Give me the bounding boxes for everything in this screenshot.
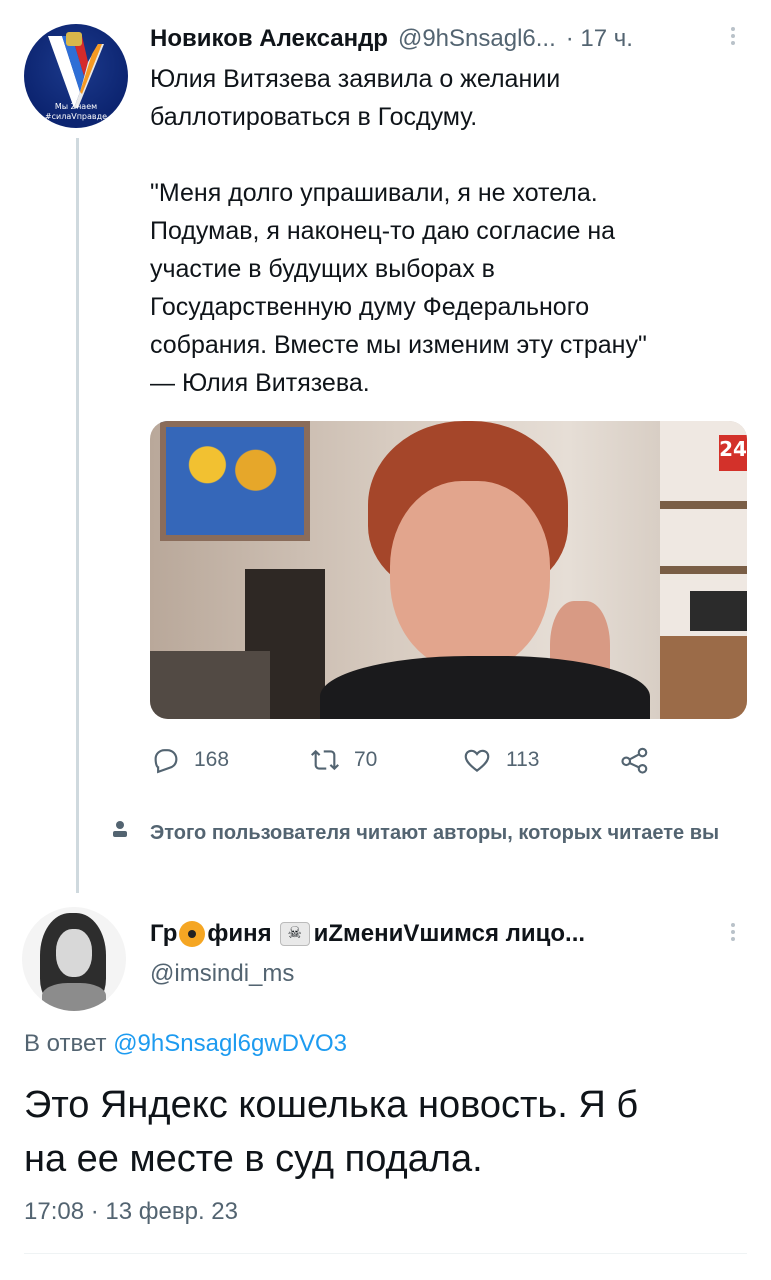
- tweet-text-line: на ее месте в суд подала.: [24, 1138, 483, 1180]
- divider: [24, 1253, 747, 1254]
- emblem-icon: [66, 32, 82, 46]
- author-name-part: Гр: [150, 920, 178, 947]
- reply-count: 168: [194, 748, 230, 771]
- author-name[interactable]: Гр финя ☠ иZмениVшимся лицо...: [150, 916, 710, 952]
- tweet-date[interactable]: 17:08 · 13 февр. 23: [24, 1198, 238, 1226]
- avatar[interactable]: [22, 907, 126, 1011]
- retweet-button[interactable]: 70: [310, 742, 377, 778]
- author-name-part: финя: [207, 920, 272, 947]
- author-name-part: иZмениVшимся лицо...: [313, 920, 586, 947]
- person-face: [390, 481, 550, 671]
- reply-button[interactable]: 168: [150, 742, 229, 778]
- more-icon[interactable]: [728, 920, 738, 944]
- avatar-caption: #силаVправде: [44, 112, 108, 121]
- tweet-text-line: "Меня долго упрашивали, я не хотела.: [150, 179, 598, 207]
- more-icon[interactable]: [728, 24, 738, 48]
- author-handle[interactable]: @9hSnsagl6...: [398, 25, 556, 53]
- retweet-icon: [311, 749, 339, 771]
- reply-context: В ответ @9hSnsagl6gwDVO3: [24, 1030, 347, 1058]
- share-button[interactable]: [620, 742, 650, 778]
- tweet-text-line: Подумав, я наконец-то даю согласие на: [150, 217, 616, 245]
- tweet-text: Это Яндекс кошелька новость. Я б на ее м…: [24, 1078, 744, 1186]
- like-count: 113: [506, 748, 540, 771]
- reply-icon: [154, 749, 178, 774]
- like-button[interactable]: 113: [462, 742, 539, 778]
- author-handle[interactable]: @imsindi_ms: [150, 960, 294, 988]
- person-body: [320, 656, 650, 719]
- tweet-text: Юлия Витязева заявила о желании баллотир…: [150, 60, 750, 402]
- tweet-text-line: Юлия Витязева заявила о желании: [150, 65, 561, 93]
- tweet-text-line: участие в будущих выборах в: [150, 255, 495, 283]
- retweet-count: 70: [354, 748, 378, 771]
- radioactive-emoji-icon: [179, 921, 206, 947]
- like-icon: [464, 749, 490, 772]
- tweet-text-line: Это Яндекс кошелька новость. Я б: [24, 1084, 639, 1126]
- v-flag-logo-icon: [48, 36, 104, 108]
- author-name[interactable]: Новиков Александр: [150, 25, 388, 53]
- tweet-text-line: — Юлия Витязева.: [150, 369, 370, 397]
- avatar[interactable]: Мы Zнаем #силаVправде: [24, 24, 128, 128]
- avatar-caption: Мы Zнаем: [54, 102, 98, 111]
- reply-mention-link[interactable]: @9hSnsagl6gwDVO3: [113, 1030, 347, 1057]
- tweet-text-line: собрания. Вместе мы изменим эту страну": [150, 331, 647, 359]
- skull-emoji-icon: ☠: [279, 922, 310, 946]
- tweet-text-line: баллотироваться в Госдуму.: [150, 103, 478, 131]
- tweet-text-line: Государственную думу Федерального: [150, 293, 590, 321]
- person-icon: [113, 821, 127, 837]
- table: [150, 651, 270, 719]
- painting: [160, 421, 310, 541]
- thread-connector-line: [76, 138, 79, 893]
- tweet-actions: 168 70 113: [150, 742, 670, 778]
- channel-logo: 24: [719, 435, 747, 471]
- share-icon: [621, 747, 648, 774]
- tweet-media-image[interactable]: 24: [150, 421, 747, 719]
- tweet-time[interactable]: · 17 ч.: [566, 25, 633, 53]
- followed-by-text: Этого пользователя читают авторы, которы…: [150, 822, 720, 844]
- reply-prefix: В ответ: [24, 1030, 107, 1057]
- tweet-header: Новиков Александр @9hSnsagl6... · 17 ч.: [150, 22, 740, 56]
